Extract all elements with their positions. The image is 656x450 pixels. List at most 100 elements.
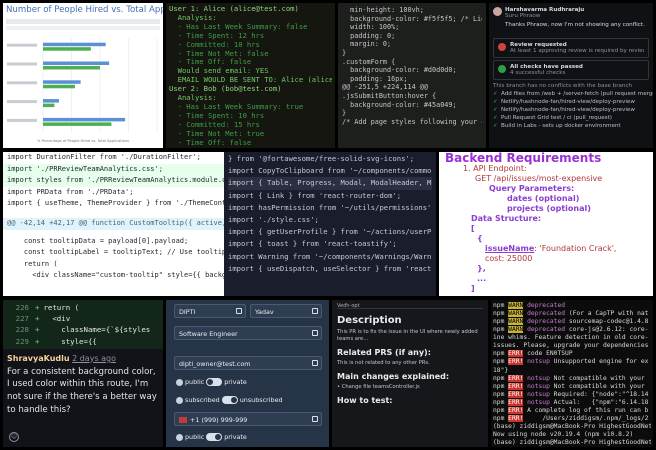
phone-visibility-toggle[interactable]: public private — [176, 433, 247, 443]
import-line: import { toast } from 'react-toastify'; — [228, 239, 397, 249]
diff-viewer: import DurationFilter from './DurationFi… — [3, 152, 245, 296]
comment-reply-to: Suru Phraow — [505, 13, 541, 19]
terminal-line: npm WARN deprecated (For a CapTP with na… — [493, 310, 651, 318]
import-line: import { useDispatch, useSelector } from… — [228, 263, 432, 273]
category-label-placeholder — [7, 100, 37, 104]
globe-icon — [176, 378, 183, 386]
diff-context-line: return ( — [7, 259, 58, 268]
terminal-line: ine whims. Feature detection in old core… — [493, 334, 651, 342]
checks-pass-icon — [498, 65, 506, 73]
comment-header: Harshavarma Rudhraraju Suru Phraow Thank… — [489, 3, 653, 30]
check-row[interactable]: ✓ Add files from /web + /server-fetch (pu… — [489, 90, 653, 98]
private-label: private — [224, 433, 247, 441]
check-row[interactable]: ✓ Build in Labs - sets up docker environm… — [489, 122, 653, 130]
job-title-field[interactable]: Software Engineer — [174, 326, 322, 340]
email-value: dipti_owner@test.com — [179, 360, 251, 368]
log-level-tag: ERR! — [508, 414, 524, 422]
diff-context-line: const tooltipData = payload[0].payload; — [7, 236, 189, 245]
chart-bar — [43, 84, 75, 89]
api-endpoint: GET /api/issues/most-expensive — [475, 174, 603, 183]
review-subtitle: At least 1 approving review is required … — [510, 48, 644, 54]
json-open-brace: { — [477, 234, 483, 243]
copy-icon[interactable] — [312, 308, 318, 314]
copy-icon[interactable] — [312, 360, 318, 366]
private-label: private — [224, 378, 247, 386]
emoji-reaction-icon[interactable]: ☺ — [9, 432, 19, 442]
category-label-placeholder — [7, 43, 37, 47]
subscription-toggle[interactable]: subscribed unsubscribed — [176, 396, 283, 406]
last-name-value: Yadav — [255, 308, 274, 316]
log-message: Now using node v20.19.4 (npm v10.8.2) — [493, 431, 634, 438]
npm-prefix: npm — [493, 406, 509, 414]
avatar — [493, 7, 502, 16]
last-name-field[interactable]: Yadav — [250, 304, 322, 318]
phone-field[interactable]: +1 (999) 999-999 — [174, 412, 322, 426]
terminal-line: - Time Not Met: false — [169, 49, 269, 58]
toggle-switch[interactable] — [206, 378, 223, 386]
email-field[interactable]: dipti_owner@test.com — [174, 356, 322, 370]
terminal-line: npm ERR! notsup Not compatible with your — [493, 382, 651, 391]
added-marker: + — [35, 303, 40, 312]
json-field-cost: cost: 25000 — [485, 254, 533, 263]
copy-icon[interactable] — [312, 416, 318, 422]
copy-icon[interactable] — [312, 330, 318, 336]
chart-bar — [43, 42, 106, 47]
code-snippet: 226 + return (227 + <div 228 + className={`${… — [3, 300, 163, 349]
check-icon: ✓ — [493, 91, 498, 97]
terminal-line: - Time Spent: 12 hrs — [169, 31, 265, 40]
added-marker: + — [35, 336, 40, 346]
diff-added-line: import './PRReviewTeamAnalytics.css'; — [3, 163, 245, 176]
log-keyword: notsup — [523, 374, 550, 382]
related-prs-heading: Related PRS (if any): — [337, 348, 431, 357]
terminal-line: npm ERR! /Users/ziddigsm/.npm/_logs/2 — [493, 414, 651, 423]
terminal-line: npm WARN deprecated sourcemap-codec@1.4.… — [493, 318, 651, 326]
code-line: padding: 16px; — [342, 74, 408, 83]
check-row[interactable]: ✓ Netlify/hashnode-fan/hired-view/deploy-… — [489, 98, 653, 106]
json-close-bracket: ] — [471, 284, 475, 293]
log-message: Not compatible with your — [549, 382, 645, 390]
check-row[interactable]: ✓ Pull Request Grid test / ci (pull_reque… — [489, 114, 653, 122]
terminal-line: (base) ziddigsm@MacBook-Pro HighestGoodN… — [493, 439, 651, 447]
line-number: 228 — [15, 325, 29, 335]
npm-prefix: npm — [493, 318, 509, 326]
toggle-switch[interactable] — [221, 396, 238, 404]
log-keyword: notsup — [523, 382, 550, 390]
query-params-label: Query Parameters: — [489, 184, 575, 193]
line-number: 229 — [15, 336, 29, 346]
log-level-tag: ERR! — [508, 406, 524, 414]
toggle-switch[interactable] — [206, 433, 223, 441]
log-keyword: deprecated — [523, 326, 566, 334]
first-name-field[interactable]: DIPTI — [174, 304, 246, 318]
terminal-line: - Time Spent: 10 hrs — [169, 111, 265, 120]
check-label: Netlify/hashnode-fan/hired-view/deploy-p… — [501, 99, 635, 105]
check-label: Build in Labs - sets up docker environme… — [501, 123, 621, 129]
chart-bar — [43, 61, 110, 65]
chart-title: Number of People Hired vs. Total Applica… — [6, 5, 163, 15]
terminal-line: - Committed: 10 hrs — [169, 40, 260, 49]
code-text: className={`${styles — [43, 325, 151, 335]
log-level-tag: ERR! — [508, 390, 524, 398]
copy-icon[interactable] — [236, 308, 242, 314]
diff-hunk-header[interactable]: @@ -42,14 +42,17 @@ function CustomToolt… — [3, 217, 245, 230]
check-row[interactable]: ✓ Netlify/hashnode-fan/hired-view/deploy-… — [489, 106, 653, 114]
npm-prefix: npm — [493, 302, 509, 309]
chart-filter-bar — [6, 26, 160, 30]
bell-icon — [176, 396, 183, 404]
comment-author[interactable]: ShravyaKudlu — [7, 354, 70, 363]
diff-added-line: import styles from './PRReviewTeamAnalyt… — [3, 175, 245, 187]
code-line: padding: 0; — [342, 31, 396, 40]
branch-note: This branch has no conflicts with the ba… — [493, 83, 633, 89]
description-heading: Description — [337, 315, 402, 326]
npm-prefix: npm — [493, 374, 509, 382]
terminal-line: npm ERR! notsup Not compatible with your — [493, 374, 651, 383]
npm-prefix: npm — [493, 390, 509, 398]
related-prs-text: This is not related to any other PRs. — [337, 360, 430, 366]
checks-subtitle: 4 successful checks — [510, 70, 566, 76]
terminal-line: issues. Please, upgrade your dependencie… — [493, 342, 651, 350]
email-visibility-toggle[interactable]: public private — [176, 378, 247, 388]
comment-timestamp[interactable]: 2 days ago — [72, 354, 116, 363]
code-line: 226 + return ( — [3, 302, 163, 313]
chart-bar — [43, 47, 91, 51]
code-line: @@ -251,5 +224,114 @@ — [342, 83, 428, 92]
data-structure-label: Data Structure: — [471, 214, 542, 223]
